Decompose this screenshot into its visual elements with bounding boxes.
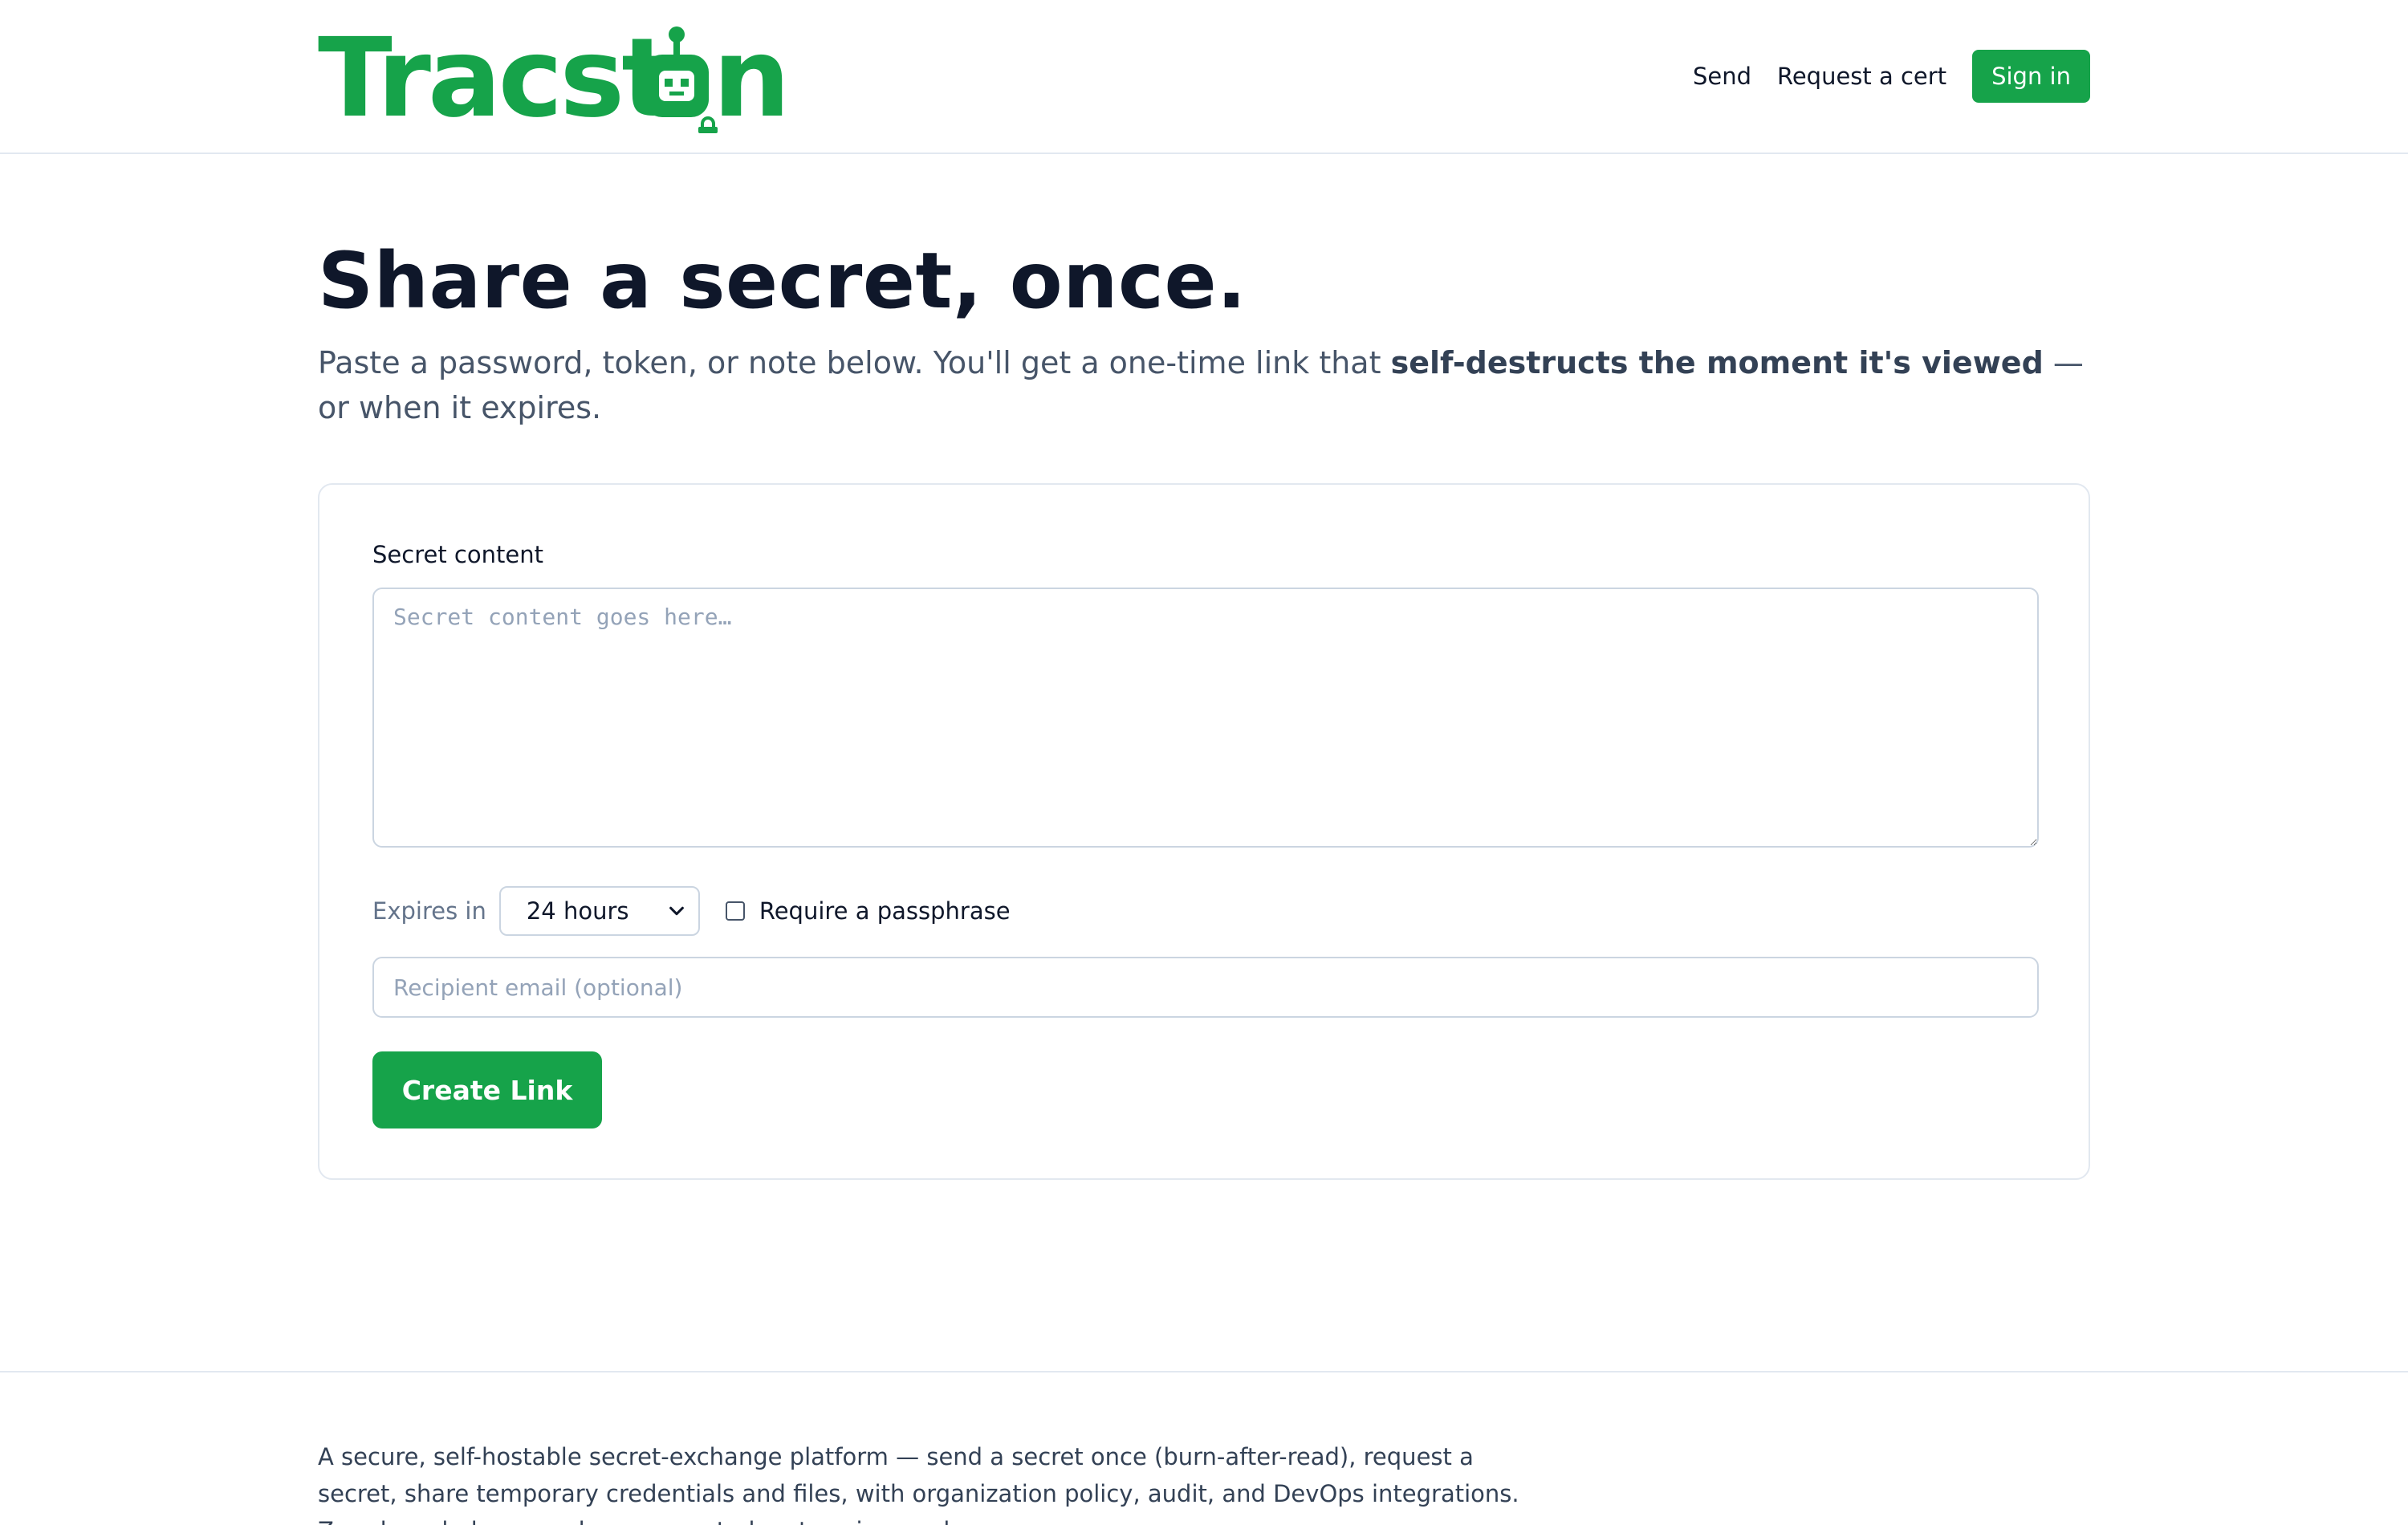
sign-in-button[interactable]: Sign in — [1972, 50, 2090, 103]
robot-lock-icon: Tracst n — [318, 21, 783, 133]
require-passphrase-checkbox[interactable] — [725, 901, 745, 921]
require-passphrase-label: Require a passphrase — [759, 897, 1011, 925]
secret-content-label: Secret content — [372, 541, 543, 568]
top-nav: Send Request a cert Sign in — [1693, 50, 2090, 103]
page-lead: Paste a password, token, or note below. … — [318, 340, 2090, 430]
svg-text:Tracst: Tracst — [318, 21, 671, 133]
site-header: Tracst n Send Request a cert Sign in — [0, 0, 2408, 154]
svg-text:n: n — [713, 21, 783, 133]
chevron-down-icon — [669, 906, 684, 916]
expires-selected-value: 24 hours — [526, 897, 629, 925]
recipient-email-input[interactable] — [372, 957, 2039, 1018]
require-passphrase-option[interactable]: Require a passphrase — [725, 897, 1011, 925]
brand-logo[interactable]: Tracst n — [318, 21, 783, 133]
create-link-button[interactable]: Create Link — [372, 1051, 602, 1128]
expires-select[interactable]: 24 hours — [498, 886, 700, 936]
lead-text: Paste a password, token, or note below. … — [318, 345, 1391, 380]
nav-send-link[interactable]: Send — [1693, 63, 1751, 90]
secret-content-textarea[interactable] — [372, 588, 2039, 848]
site-footer: A secure, self-hostable secret-exchange … — [0, 1371, 2408, 1525]
expires-in-label: Expires in — [372, 897, 486, 925]
options-row: Expires in 24 hours Require a passphrase — [372, 886, 1011, 936]
nav-request-cert-link[interactable]: Request a cert — [1777, 63, 1946, 90]
page-title: Share a secret, once. — [318, 236, 1247, 326]
create-secret-card: Secret content Expires in 24 hours Requi… — [318, 483, 2090, 1180]
footer-description: A secure, self-hostable secret-exchange … — [318, 1443, 1519, 1525]
lead-emphasis: self-destructs the moment it's viewed — [1390, 345, 2044, 380]
